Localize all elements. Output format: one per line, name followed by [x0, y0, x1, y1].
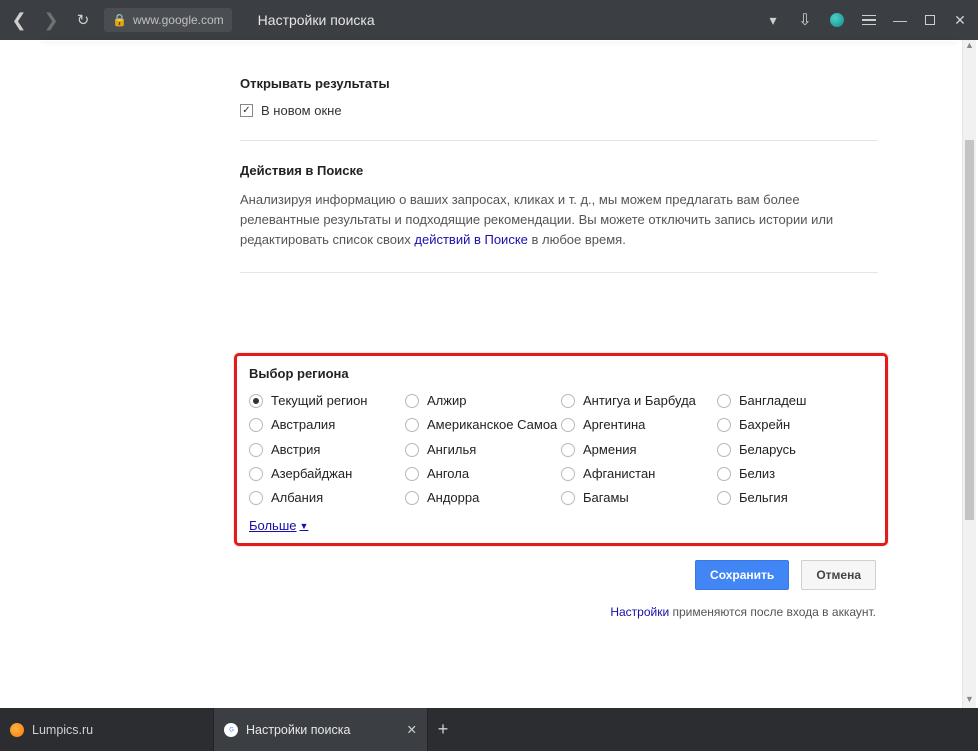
- region-option[interactable]: Албания: [249, 490, 405, 506]
- radio-icon: [405, 418, 419, 432]
- form-buttons: Сохранить Отмена: [240, 560, 876, 590]
- lock-icon: 🔒: [112, 13, 127, 27]
- settings-link[interactable]: Настройки: [610, 605, 669, 619]
- open-results-section: Открывать результаты ✓ В новом окне: [240, 76, 878, 141]
- region-option[interactable]: Австралия: [249, 417, 405, 433]
- save-button[interactable]: Сохранить: [695, 560, 789, 590]
- radio-icon: [717, 418, 731, 432]
- region-option[interactable]: Белиз: [717, 466, 873, 482]
- browser-tab[interactable]: G Настройки поиска ✕: [214, 708, 428, 751]
- back-button[interactable]: ❮: [8, 9, 30, 31]
- radio-icon: [405, 491, 419, 505]
- region-heading: Выбор региона: [249, 366, 873, 381]
- region-option[interactable]: Багамы: [561, 490, 717, 506]
- radio-icon: [561, 467, 575, 481]
- radio-icon: [717, 443, 731, 457]
- region-option[interactable]: Андорра: [405, 490, 561, 506]
- search-activity-text: Анализируя информацию о ваших запросах, …: [240, 190, 878, 250]
- browser-tabstrip: Lumpics.ru G Настройки поиска ✕ +: [0, 708, 978, 751]
- new-window-checkbox[interactable]: ✓: [240, 104, 253, 117]
- radio-icon: [249, 491, 263, 505]
- region-option[interactable]: Армения: [561, 442, 717, 458]
- region-option[interactable]: Бельгия: [717, 490, 873, 506]
- window-minimize[interactable]: —: [890, 12, 910, 28]
- favicon-google: G: [224, 723, 238, 737]
- window-maximize[interactable]: [920, 15, 940, 25]
- region-option[interactable]: Афганистан: [561, 466, 717, 482]
- new-window-label: В новом окне: [261, 103, 342, 118]
- region-col-4: Бангладеш Бахрейн Беларусь Белиз Бельгия: [717, 393, 873, 506]
- favicon-lumpics: [10, 723, 24, 737]
- new-window-checkbox-row[interactable]: ✓ В новом окне: [240, 103, 878, 118]
- browser-toolbar: ❮ ❯ ↻ 🔒 www.google.com Настройки поиска …: [0, 0, 978, 40]
- radio-icon: [249, 418, 263, 432]
- window-close[interactable]: ✕: [950, 12, 970, 29]
- open-results-heading: Открывать результаты: [240, 76, 878, 91]
- downloads-button[interactable]: ⇩: [794, 9, 816, 31]
- apply-after-signin-note: Настройки применяются после входа в акка…: [240, 605, 876, 619]
- tab-label: Lumpics.ru: [32, 723, 93, 737]
- new-tab-button[interactable]: +: [428, 708, 458, 751]
- region-option[interactable]: Аргентина: [561, 417, 717, 433]
- radio-icon: [249, 467, 263, 481]
- region-col-3: Антигуа и Барбуда Аргентина Армения Афга…: [561, 393, 717, 506]
- top-shadow: [40, 40, 958, 41]
- scrollbar-thumb[interactable]: [965, 140, 974, 520]
- region-option[interactable]: Беларусь: [717, 442, 873, 458]
- region-option[interactable]: Бангладеш: [717, 393, 873, 409]
- search-activity-link[interactable]: действий в Поиске: [414, 232, 528, 247]
- radio-icon: [561, 394, 575, 408]
- region-columns: Текущий регион Австралия Австрия Азербай…: [249, 393, 873, 506]
- close-tab-icon[interactable]: ✕: [407, 722, 417, 737]
- page-viewport: Открывать результаты ✓ В новом окне Дейс…: [0, 40, 978, 708]
- cancel-button[interactable]: Отмена: [801, 560, 876, 590]
- region-option[interactable]: Ангилья: [405, 442, 561, 458]
- tab-label: Настройки поиска: [246, 723, 350, 737]
- radio-icon: [405, 467, 419, 481]
- bookmark-icon[interactable]: ▾: [762, 9, 784, 31]
- region-option[interactable]: Алжир: [405, 393, 561, 409]
- region-col-2: Алжир Американское Самоа Ангилья Ангола …: [405, 393, 561, 506]
- radio-icon: [249, 394, 263, 408]
- radio-icon: [717, 491, 731, 505]
- search-activity-section: Действия в Поиске Анализируя информацию …: [240, 163, 878, 273]
- browser-tab[interactable]: Lumpics.ru: [0, 708, 214, 751]
- radio-icon: [717, 394, 731, 408]
- reload-button[interactable]: ↻: [72, 9, 94, 31]
- region-option[interactable]: Антигуа и Барбуда: [561, 393, 717, 409]
- radio-icon: [561, 443, 575, 457]
- scroll-down-icon[interactable]: ▼: [963, 694, 976, 708]
- region-option[interactable]: Бахрейн: [717, 417, 873, 433]
- address-url: www.google.com: [133, 13, 224, 27]
- region-option[interactable]: Ангола: [405, 466, 561, 482]
- forward-button[interactable]: ❯: [40, 9, 62, 31]
- region-option[interactable]: Австрия: [249, 442, 405, 458]
- profile-avatar[interactable]: [826, 9, 848, 31]
- radio-icon: [561, 418, 575, 432]
- radio-icon: [249, 443, 263, 457]
- radio-icon: [717, 467, 731, 481]
- page-title: Настройки поиска: [258, 12, 375, 28]
- radio-icon: [561, 491, 575, 505]
- menu-button[interactable]: [858, 9, 880, 31]
- radio-icon: [405, 394, 419, 408]
- region-col-1: Текущий регион Австралия Австрия Азербай…: [249, 393, 405, 506]
- region-option[interactable]: Азербайджан: [249, 466, 405, 482]
- region-option[interactable]: Американское Самоа: [405, 417, 561, 433]
- svg-text:G: G: [229, 727, 234, 733]
- activity-text-2: в любое время.: [528, 232, 626, 247]
- address-bar[interactable]: 🔒 www.google.com: [104, 8, 232, 32]
- more-regions-link[interactable]: Больше ▼: [249, 518, 308, 533]
- radio-icon: [405, 443, 419, 457]
- vertical-scrollbar[interactable]: ▲ ▼: [962, 40, 976, 708]
- search-activity-heading: Действия в Поиске: [240, 163, 878, 178]
- region-option[interactable]: Текущий регион: [249, 393, 405, 409]
- apply-note-text: применяются после входа в аккаунт.: [669, 605, 876, 619]
- region-selection-block: Выбор региона Текущий регион Австралия А…: [234, 353, 888, 546]
- scroll-up-icon[interactable]: ▲: [963, 40, 976, 54]
- chevron-down-icon: ▼: [300, 521, 309, 531]
- more-regions-label: Больше: [249, 518, 297, 533]
